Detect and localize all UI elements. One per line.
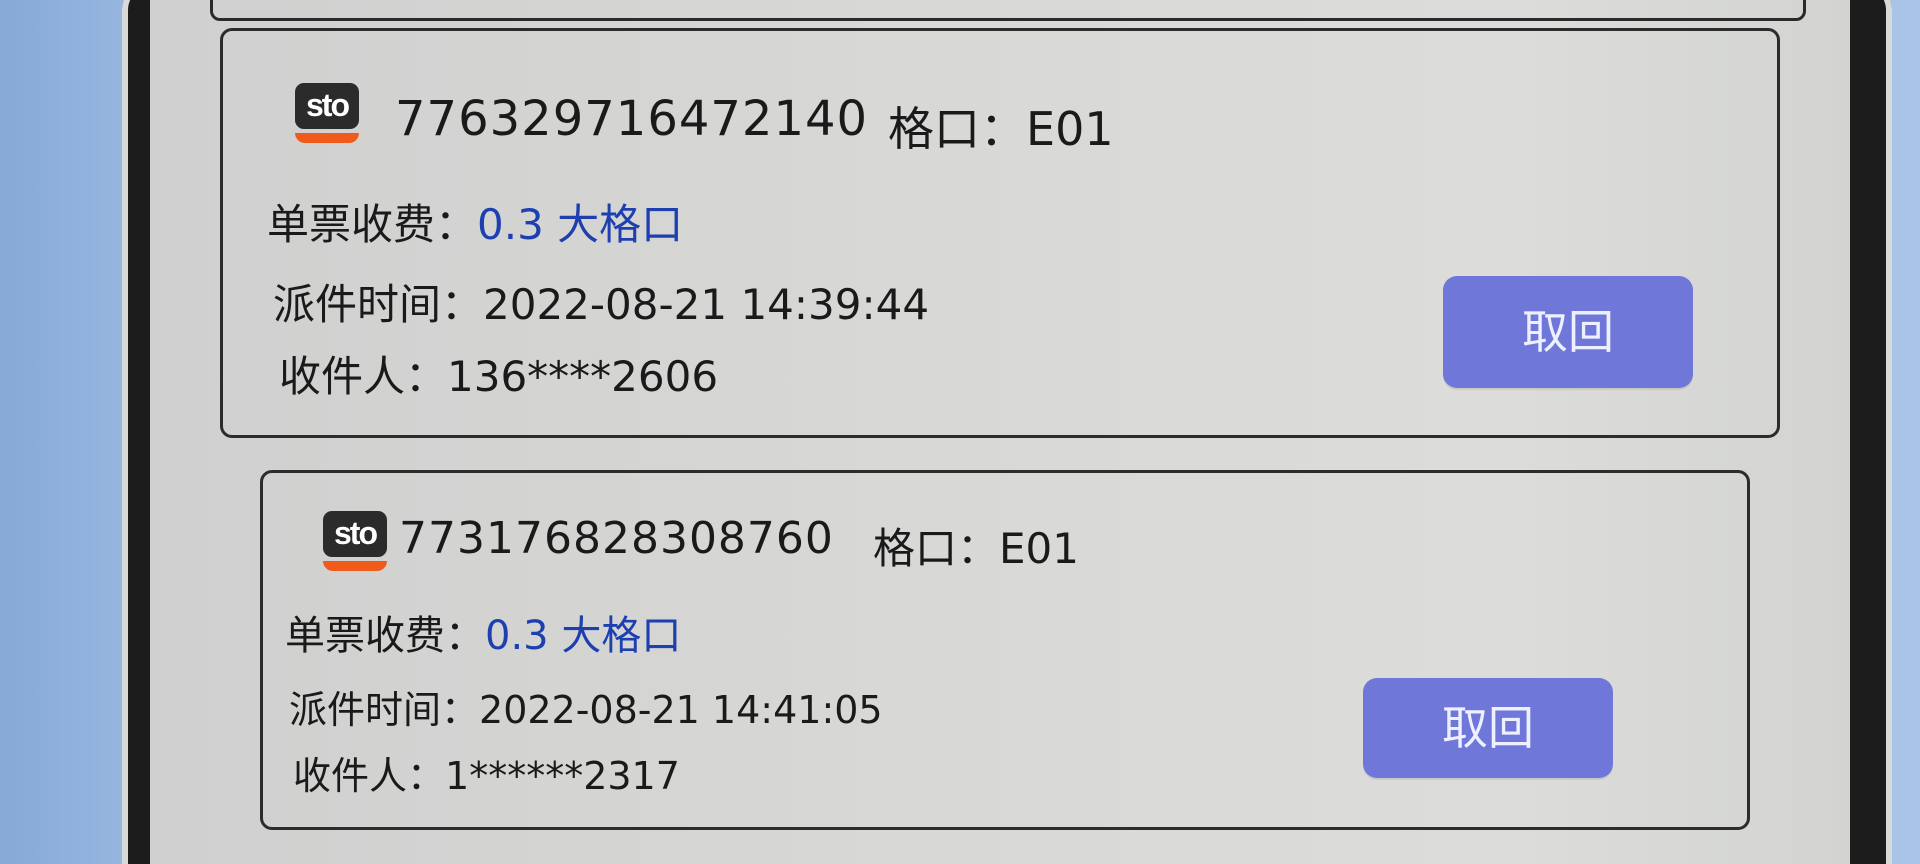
fee-value: 0.3 大格口 xyxy=(477,200,684,249)
previous-parcel-card xyxy=(210,0,1806,21)
parcel-list-screen: sto 776329716472140 格口：E01 单票收费：0.3 大格口 … xyxy=(150,0,1850,864)
parcel-card: sto 773176828308760 格口：E01 单票收费：0.3 大格口 … xyxy=(260,470,1750,830)
slot-info: 格口：E01 xyxy=(888,93,1114,159)
recipient-value: 1******2317 xyxy=(445,754,680,798)
recipient-row: 收件人：136****2606 xyxy=(279,343,718,404)
slot-label: 格口： xyxy=(873,524,1000,573)
fee-value: 0.3 大格口 xyxy=(485,613,682,659)
dispatch-time-row: 派件时间：2022-08-21 14:39:44 xyxy=(273,271,929,332)
dispatch-time-value: 2022-08-21 14:41:05 xyxy=(479,688,883,732)
dispatch-time-label: 派件时间： xyxy=(273,280,484,329)
sto-logo-badge: sto xyxy=(295,83,359,129)
retrieve-button[interactable]: 取回 xyxy=(1443,276,1693,388)
slot-info: 格口：E01 xyxy=(873,515,1079,576)
parcel-card: sto 776329716472140 格口：E01 单票收费：0.3 大格口 … xyxy=(220,28,1780,438)
sto-logo-icon: sto xyxy=(323,511,387,575)
tracking-number: 776329716472140 xyxy=(395,91,869,147)
retrieve-button[interactable]: 取回 xyxy=(1363,678,1613,778)
sto-logo-swoosh xyxy=(295,133,359,143)
slot-label: 格口： xyxy=(888,102,1026,156)
recipient-label: 收件人： xyxy=(279,352,448,401)
sto-logo-swoosh xyxy=(323,561,387,571)
recipient-value: 136****2606 xyxy=(447,352,719,401)
slot-value: E01 xyxy=(999,524,1079,573)
sto-logo-badge: sto xyxy=(323,511,387,557)
fee-label: 单票收费： xyxy=(285,613,485,659)
recipient-label: 收件人： xyxy=(293,754,446,798)
sto-logo-icon: sto xyxy=(295,83,359,147)
dispatch-time-row: 派件时间：2022-08-21 14:41:05 xyxy=(289,679,883,734)
fee-row: 单票收费：0.3 大格口 xyxy=(285,603,681,661)
slot-value: E01 xyxy=(1026,102,1114,156)
fee-label: 单票收费： xyxy=(267,200,478,249)
tracking-number: 773176828308760 xyxy=(399,513,834,564)
dispatch-time-value: 2022-08-21 14:39:44 xyxy=(483,280,930,329)
recipient-row: 收件人：1******2317 xyxy=(293,745,680,800)
fee-row: 单票收费：0.3 大格口 xyxy=(267,191,683,252)
dispatch-time-label: 派件时间： xyxy=(289,688,480,732)
